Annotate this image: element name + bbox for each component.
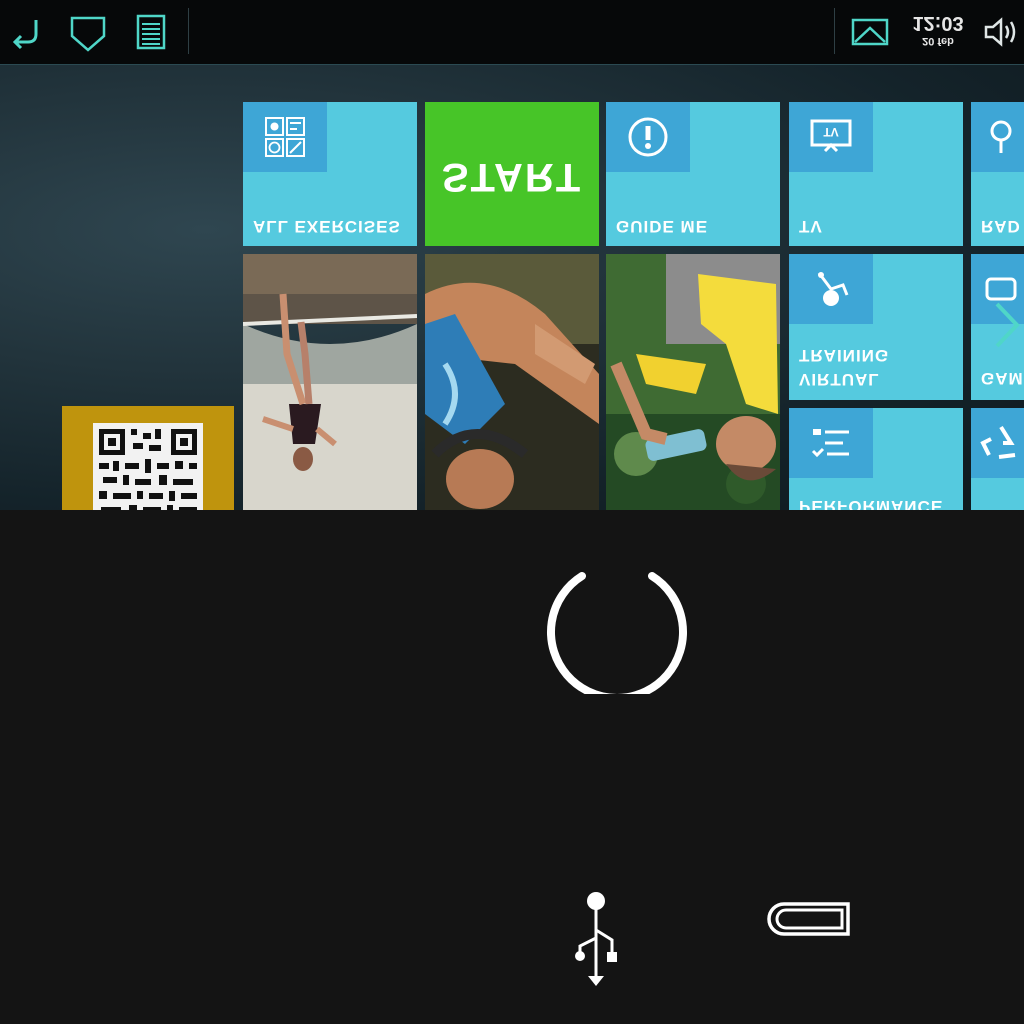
clock-date: 20 feb xyxy=(922,35,954,47)
image-icon[interactable] xyxy=(848,10,892,54)
download-icon[interactable] xyxy=(66,10,110,54)
clock: 12:03 20 feb xyxy=(906,12,970,48)
exercises-icon xyxy=(243,102,327,172)
volume-icon[interactable] xyxy=(980,10,1024,54)
back-icon[interactable] xyxy=(4,10,48,54)
tile-label-line: TRAINING xyxy=(799,346,890,365)
tile-radio[interactable]: RAD xyxy=(971,102,1024,246)
tile-guide-me[interactable]: GUIDE ME xyxy=(606,102,780,246)
power-icon[interactable] xyxy=(544,562,690,702)
checklist-icon xyxy=(789,408,873,478)
tv-icon: TV xyxy=(789,102,873,172)
tile-recycle[interactable] xyxy=(971,408,1024,510)
tile-label: GAM xyxy=(981,369,1024,388)
cyclist-icon xyxy=(789,254,873,324)
info-icon xyxy=(606,102,690,172)
tile-tv[interactable]: TV TV xyxy=(789,102,963,246)
status-bar: 12:03 20 feb xyxy=(0,0,1024,65)
clock-time: 12:03 xyxy=(912,12,964,34)
tv-icon-text: TV xyxy=(823,125,838,139)
photo-drinking-water[interactable] xyxy=(606,254,780,510)
list-icon[interactable] xyxy=(128,10,172,54)
topbar-divider xyxy=(834,8,835,54)
hardware-panel xyxy=(0,510,1024,1024)
tile-label-line: VIRTUAL xyxy=(799,370,880,389)
recycle-icon xyxy=(971,408,1024,478)
tile-label: RAD xyxy=(981,217,1021,236)
tile-all-exercises[interactable]: ALL EXERCISES xyxy=(243,102,417,246)
tile-label: GUIDE ME xyxy=(616,217,709,236)
headphone-jack-icon xyxy=(764,900,854,940)
radio-icon xyxy=(971,102,1024,172)
tile-label: PERFORMANCE xyxy=(799,497,944,510)
photo-runner-closeup[interactable] xyxy=(425,254,599,510)
topbar-divider xyxy=(188,8,189,54)
qr-code xyxy=(93,423,203,510)
tile-label: ALL EXERCISES xyxy=(253,217,401,236)
start-label: START xyxy=(441,155,583,199)
console-screen: 12:03 20 feb ALL EXERCISES START GUIDE M… xyxy=(0,0,1024,510)
qr-code-panel[interactable] xyxy=(62,406,234,510)
tile-start[interactable]: START xyxy=(425,102,599,246)
tile-performance[interactable]: PERFORMANCE xyxy=(789,408,963,510)
next-page-arrow[interactable] xyxy=(988,300,1024,350)
usb-icon xyxy=(568,890,624,990)
tile-virtual-training[interactable]: TRAINING VIRTUAL xyxy=(789,254,963,400)
tile-label: TV xyxy=(799,217,823,236)
photo-runner-road[interactable] xyxy=(243,254,417,510)
